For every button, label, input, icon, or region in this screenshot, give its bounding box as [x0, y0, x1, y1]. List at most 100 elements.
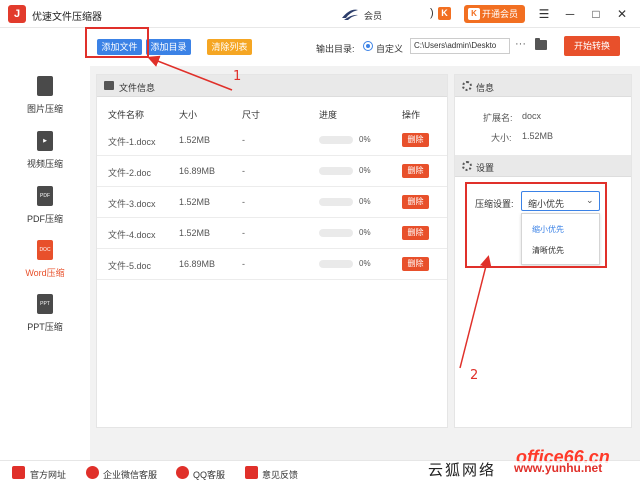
pdf-file-icon: PDF — [37, 186, 53, 206]
maximize-icon[interactable]: □ — [586, 4, 606, 24]
title-bar: J 优速文件压缩器 会员 ) K K 开通会员 ☰ ─ □ ✕ — [0, 0, 640, 28]
image-file-icon — [37, 76, 53, 96]
file-dimension: - — [242, 197, 245, 207]
size-value: 1.52MB — [522, 131, 554, 141]
file-dimension: - — [242, 259, 245, 269]
watermark-url: www.yunhu.net — [514, 461, 632, 478]
extension-value: docx — [522, 111, 542, 121]
column-header-size: 大小 — [179, 110, 198, 120]
gear-icon — [462, 161, 472, 171]
footer-link-qq-service[interactable]: QQ客服 — [193, 468, 225, 481]
sidebar-item-word[interactable]: DOC Word压缩 — [0, 240, 90, 292]
file-dimension: - — [242, 135, 245, 145]
title-paren: ) — [430, 7, 434, 19]
delete-button[interactable]: 删除 — [402, 133, 429, 147]
delete-button[interactable]: 删除 — [402, 195, 429, 209]
video-file-icon: ▶ — [37, 131, 53, 151]
browse-more-button[interactable]: ··· — [515, 38, 526, 50]
file-info-panel: 文件信息 文件名称 大小 尺寸 进度 操作 文件-1.docx 1.52MB -… — [96, 74, 448, 428]
sidebar-item-label: 视频压缩 — [26, 159, 63, 169]
output-path-input[interactable]: C:\Users\admin\Deskto — [410, 38, 510, 54]
file-panel-title: 文件信息 — [119, 83, 156, 93]
footer-link-website[interactable]: 官方网址 — [30, 468, 66, 481]
output-dir-label: 输出目录: — [316, 44, 355, 54]
file-size: 1.52MB — [179, 135, 211, 145]
image-icon — [104, 81, 114, 90]
column-header-name: 文件名称 — [108, 110, 145, 120]
start-convert-button[interactable]: 开始转换 — [564, 36, 620, 56]
progress-bar — [319, 167, 353, 175]
delete-button[interactable]: 删除 — [402, 164, 429, 178]
k-badge-icon: K — [438, 7, 451, 20]
sidebar-item-ppt[interactable]: PPT PPT压缩 — [0, 294, 90, 346]
file-size: 1.52MB — [179, 197, 211, 207]
gear-icon — [462, 81, 472, 91]
website-icon — [12, 466, 25, 479]
table-row[interactable]: 文件-4.docx 1.52MB - 0% 删除 — [97, 218, 447, 249]
progress-bar — [319, 260, 353, 268]
custom-radio-label: 自定义 — [376, 44, 404, 54]
app-title: 优速文件压缩器 — [32, 12, 102, 23]
settings-title: 设置 — [476, 163, 495, 173]
annotation-number-2: 2 — [470, 368, 479, 383]
vip-k-icon: K — [468, 8, 480, 20]
table-row[interactable]: 文件-2.doc 16.89MB - 0% 删除 — [97, 156, 447, 187]
progress-percent: 0% — [359, 135, 371, 144]
wechat-service-icon — [86, 466, 99, 479]
table-row[interactable]: 文件-5.doc 16.89MB - 0% 删除 — [97, 249, 447, 280]
table-row[interactable]: 文件-3.docx 1.52MB - 0% 删除 — [97, 187, 447, 218]
table-row[interactable]: 文件-1.docx 1.52MB - 0% 删除 — [97, 125, 447, 156]
settings-header: 设置 — [455, 155, 631, 177]
column-header-progress: 进度 — [319, 110, 338, 120]
sidebar-item-label: 图片压缩 — [26, 104, 63, 114]
file-name: 文件-4.docx — [108, 230, 156, 240]
annotation-box-2 — [465, 182, 607, 268]
qq-icon — [176, 466, 189, 479]
minimize-icon[interactable]: ─ — [560, 4, 580, 24]
sidebar-item-pdf[interactable]: PDF PDF压缩 — [0, 186, 90, 238]
vip-button[interactable]: K 开通会员 — [464, 5, 525, 23]
file-size: 16.89MB — [179, 166, 216, 176]
footer-link-wechat-service[interactable]: 企业微信客服 — [103, 468, 157, 481]
file-name: 文件-2.doc — [108, 168, 152, 178]
watermark-cn: 云狐网络 — [428, 461, 497, 479]
brand-logo-icon — [342, 9, 358, 20]
progress-bar — [319, 136, 353, 144]
toolbar: 添加文件 添加目录 清除列表 输出目录: 自定义 C:\Users\admin\… — [90, 28, 640, 66]
custom-radio[interactable] — [363, 41, 373, 51]
file-size: 16.89MB — [179, 259, 216, 269]
sidebar-item-image[interactable]: 图片压缩 — [0, 76, 90, 128]
vip-button-label: 开通会员 — [482, 9, 519, 19]
size-label: 大小: — [491, 133, 512, 143]
member-label: 会员 — [364, 11, 383, 21]
column-header-dimension: 尺寸 — [242, 110, 261, 120]
app-logo-icon: J — [8, 5, 26, 23]
annotation-box-1 — [85, 27, 149, 58]
progress-percent: 0% — [359, 197, 371, 206]
clear-list-button[interactable]: 清除列表 — [207, 39, 252, 55]
file-name: 文件-1.docx — [108, 137, 156, 147]
extension-label: 扩展名: — [483, 113, 513, 123]
feedback-icon — [245, 466, 258, 479]
open-folder-icon[interactable] — [535, 38, 547, 50]
annotation-number-1: 1 — [233, 69, 242, 84]
menu-icon[interactable]: ☰ — [534, 4, 554, 24]
info-title: 信息 — [476, 83, 495, 93]
progress-percent: 0% — [359, 259, 371, 268]
file-dimension: - — [242, 166, 245, 176]
file-size: 1.52MB — [179, 228, 211, 238]
add-directory-button[interactable]: 添加目录 — [146, 39, 191, 55]
sidebar-item-video[interactable]: ▶ 视频压缩 — [0, 131, 90, 183]
column-header-action: 操作 — [402, 110, 421, 120]
delete-button[interactable]: 删除 — [402, 226, 429, 240]
file-panel-header: 文件信息 — [97, 75, 447, 97]
file-name: 文件-5.doc — [108, 261, 152, 271]
ppt-file-icon: PPT — [37, 294, 53, 314]
progress-bar — [319, 198, 353, 206]
close-icon[interactable]: ✕ — [612, 4, 632, 24]
word-file-icon: DOC — [37, 240, 53, 260]
footer-link-feedback[interactable]: 意见反馈 — [262, 468, 298, 481]
sidebar-item-label: Word压缩 — [25, 268, 65, 278]
progress-percent: 0% — [359, 228, 371, 237]
delete-button[interactable]: 删除 — [402, 257, 429, 271]
